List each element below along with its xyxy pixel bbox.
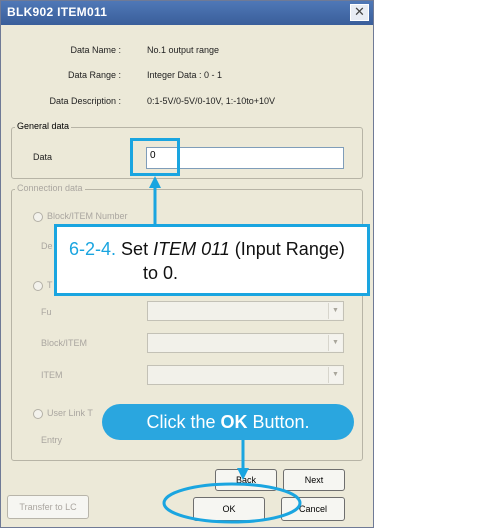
transfer-to-lc-button[interactable]: Transfer to LC: [7, 495, 89, 519]
connection-data-title: Connection data: [15, 183, 85, 193]
item-label: ITEM: [41, 370, 63, 380]
step-item: ITEM 011: [153, 239, 230, 259]
entry-label: Entry: [41, 435, 63, 445]
chevron-down-icon: ▼: [328, 303, 342, 319]
block-item-radio[interactable]: [33, 212, 43, 222]
ok-pre: Click the: [146, 412, 221, 432]
block-item-radio-label: Block/ITEM Number: [47, 211, 128, 221]
data-name-label: Data Name :: [70, 45, 121, 55]
ok-bold: OK: [220, 412, 248, 432]
close-button[interactable]: ✕: [350, 4, 369, 21]
ok-button-label: OK: [222, 504, 236, 514]
chevron-down-icon: ▼: [328, 335, 342, 351]
step-line-2: to 0.: [143, 263, 179, 283]
data-label: Data: [33, 152, 53, 162]
step-callout: 6-2-4. Set ITEM 011 (Input Range) to 0.: [54, 224, 370, 296]
block-item-label: Block/ITEM: [41, 338, 88, 348]
data-range-label: Data Range :: [67, 70, 121, 80]
data-description-label: Data Description :: [49, 96, 121, 106]
title-bar: BLK902 ITEM011 ✕: [1, 1, 373, 25]
data-range-value: Integer Data : 0 - 1: [147, 70, 223, 80]
click-ok-annotation: Click the OK Button.: [102, 404, 354, 440]
back-button[interactable]: Back: [215, 469, 277, 491]
data-name-value: No.1 output range: [147, 45, 220, 55]
data-description-value: 0:1-5V/0-5V/0-10V, 1:-10to+10V: [147, 96, 276, 106]
transfer-button-label: Transfer to LC: [19, 502, 77, 512]
fu-label: Fu: [41, 307, 52, 317]
de-label: De: [41, 241, 53, 251]
general-data-title: General data: [15, 121, 72, 131]
block-item-select[interactable]: ▼: [147, 333, 344, 353]
close-icon: ✕: [354, 4, 365, 19]
data-input-highlight: [130, 138, 180, 176]
user-link-radio-label: User Link T: [47, 408, 93, 418]
t-radio-label: T: [47, 280, 53, 290]
next-button-label: Next: [304, 475, 324, 485]
step-number: 6-2-4.: [69, 239, 117, 259]
step-text-pre: Set: [121, 239, 154, 259]
ok-button[interactable]: OK: [193, 497, 265, 521]
ok-post: Button.: [247, 412, 310, 432]
step-line-1: 6-2-4. Set ITEM 011 (Input Range): [69, 237, 367, 261]
item-select[interactable]: ▼: [147, 365, 344, 385]
user-link-radio[interactable]: [33, 409, 43, 419]
step-text-post: (Input Range): [229, 239, 345, 259]
cancel-button[interactable]: Cancel: [281, 497, 345, 521]
cancel-button-label: Cancel: [298, 504, 327, 514]
window-title: BLK902 ITEM011: [7, 5, 108, 19]
chevron-down-icon: ▼: [328, 367, 342, 383]
t-radio[interactable]: [33, 281, 43, 291]
back-button-label: Back: [235, 475, 256, 485]
fu-select[interactable]: ▼: [147, 301, 344, 321]
next-button[interactable]: Next: [283, 469, 345, 491]
